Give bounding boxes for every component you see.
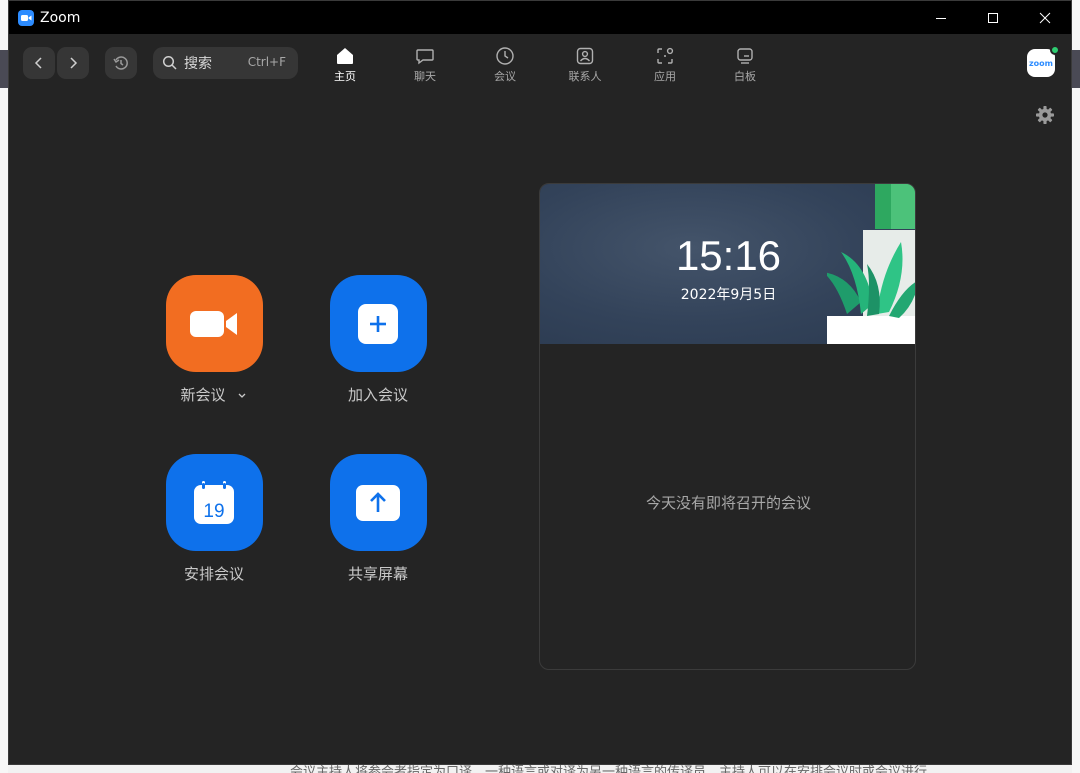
- search-label: 搜索: [184, 56, 212, 72]
- gear-icon[interactable]: [1035, 105, 1055, 125]
- share-screen-action: 共享屏幕: [318, 454, 438, 584]
- background-page-left: [0, 0, 8, 773]
- schedule-meeting-button[interactable]: 19: [165, 454, 263, 551]
- tab-meetings[interactable]: 会议: [475, 45, 535, 85]
- upcoming-meetings-card: 15:16 2022年9月5日 今天没有即将召开的会议: [539, 183, 916, 670]
- zoom-logo-icon: [18, 9, 34, 26]
- join-meeting-action: 加入会议: [318, 275, 438, 405]
- calendar-day: 19: [203, 501, 224, 522]
- avatar[interactable]: zoom: [1027, 45, 1060, 77]
- schedule-meeting-label: 安排会议: [183, 565, 244, 583]
- calendar-icon: 19: [194, 480, 234, 524]
- chevron-right-icon: [70, 57, 78, 69]
- plus-icon: [358, 303, 398, 344]
- card-header: 15:16 2022年9月5日: [540, 184, 915, 344]
- main-toolbar: 搜索 Ctrl+F 主页 聊天 会议 联系人 应用 白板 zoom: [9, 34, 1071, 92]
- close-button[interactable]: [1019, 1, 1071, 34]
- tab-label: 白板: [734, 70, 756, 83]
- chat-icon: [414, 45, 436, 67]
- tab-label: 应用: [654, 70, 676, 83]
- window-title: Zoom: [40, 9, 81, 26]
- tab-contacts[interactable]: 联系人: [555, 45, 615, 85]
- share-screen-button[interactable]: [329, 454, 427, 551]
- back-button[interactable]: [23, 47, 55, 79]
- home-icon: [334, 45, 356, 67]
- avatar-text: zoom: [1029, 58, 1053, 68]
- chevron-down-icon[interactable]: [236, 390, 248, 400]
- history-icon: [113, 56, 128, 70]
- new-meeting-label: 新会议: [180, 386, 226, 404]
- upload-arrow-icon: [356, 484, 400, 521]
- tab-whiteboard[interactable]: 白板: [715, 45, 775, 85]
- search-shortcut: Ctrl+F: [247, 55, 286, 69]
- schedule-action: 19 安排会议: [154, 454, 274, 584]
- online-status-icon: [1050, 45, 1060, 55]
- zoom-window: Zoom 搜索 Ctrl+F 主页 聊天 会议 联系人 应用 白板 zoom 新…: [8, 0, 1072, 765]
- minimize-icon: [936, 17, 946, 19]
- search-icon: [162, 55, 177, 70]
- whiteboard-icon: [734, 45, 756, 67]
- close-icon: [1039, 12, 1051, 23]
- no-meetings-text: 今天没有即将召开的会议: [645, 494, 811, 512]
- tab-home[interactable]: 主页: [315, 45, 375, 85]
- forward-button[interactable]: [57, 47, 89, 79]
- search-input[interactable]: 搜索 Ctrl+F: [153, 47, 298, 79]
- new-meeting-button[interactable]: [165, 275, 263, 372]
- join-meeting-button[interactable]: [329, 275, 427, 372]
- clock-icon: [494, 45, 516, 67]
- contacts-icon: [574, 45, 596, 67]
- tab-label: 联系人: [568, 70, 602, 83]
- new-meeting-action: 新会议: [154, 275, 274, 405]
- window-controls: [915, 1, 1071, 34]
- share-screen-label: 共享屏幕: [347, 565, 408, 583]
- plant-illustration-icon: [827, 184, 915, 344]
- minimize-button[interactable]: [915, 1, 967, 34]
- apps-icon: [654, 45, 676, 67]
- new-meeting-label-row: 新会议: [180, 384, 247, 405]
- tab-label: 会议: [494, 70, 516, 83]
- maximize-button[interactable]: [967, 1, 1019, 34]
- tab-chat[interactable]: 聊天: [395, 45, 455, 85]
- history-button[interactable]: [105, 47, 137, 79]
- background-page-right: [1072, 0, 1080, 773]
- chevron-left-icon: [34, 57, 42, 69]
- title-bar: Zoom: [9, 1, 1071, 34]
- maximize-icon: [988, 12, 998, 23]
- tab-label: 聊天: [414, 70, 436, 83]
- tab-apps[interactable]: 应用: [635, 45, 695, 85]
- video-camera-icon: [190, 310, 237, 337]
- tab-label: 主页: [334, 70, 356, 83]
- join-meeting-label: 加入会议: [347, 386, 408, 404]
